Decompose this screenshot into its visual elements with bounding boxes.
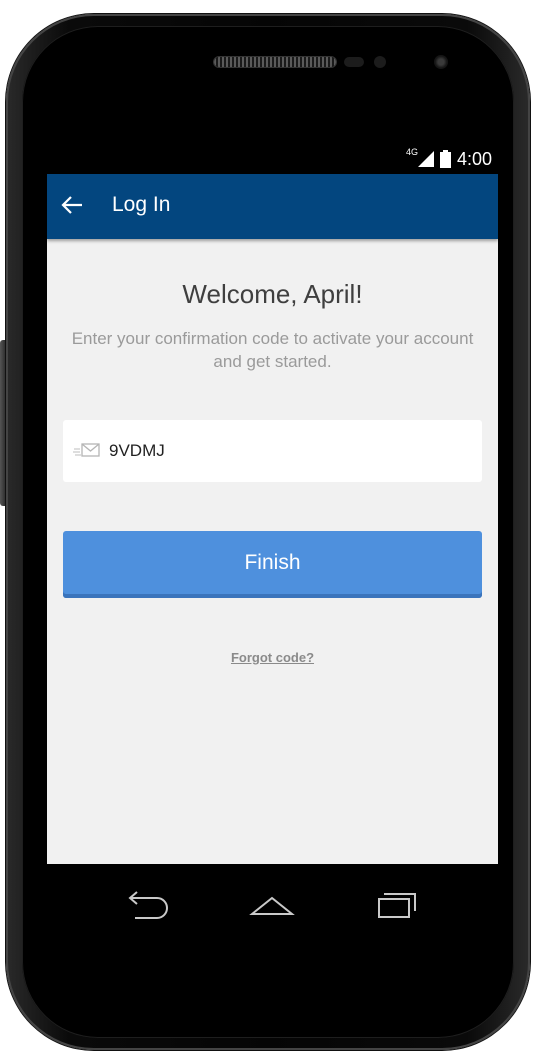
status-indicators: 4G 4:00 bbox=[405, 147, 492, 170]
login-content: Welcome, April! Enter your confirmation … bbox=[47, 239, 498, 864]
network-type: 4G bbox=[405, 147, 418, 157]
front-camera bbox=[434, 55, 448, 69]
arrow-left-icon[interactable] bbox=[61, 194, 83, 216]
signal-icon bbox=[417, 151, 434, 167]
envelope-icon bbox=[73, 443, 100, 457]
nav-back-icon[interactable] bbox=[123, 886, 171, 922]
earpiece-speaker bbox=[214, 57, 336, 67]
nav-recents-icon[interactable] bbox=[373, 886, 421, 922]
status-bar: 4G 4:00 bbox=[47, 143, 498, 174]
welcome-heading: Welcome, April! bbox=[182, 279, 363, 309]
app-bar: Log In bbox=[47, 174, 498, 239]
finish-button[interactable]: Finish bbox=[63, 531, 482, 598]
forgot-code-link[interactable]: Forgot code? bbox=[47, 650, 498, 665]
screen: 4G 4:00 Log In Welcome, April! Enter you… bbox=[47, 143, 498, 945]
page-title: Log In bbox=[112, 193, 171, 216]
confirmation-code-value[interactable]: 9VDMJ bbox=[109, 441, 165, 461]
clock: 4:00 bbox=[456, 148, 492, 169]
battery-icon bbox=[439, 150, 451, 168]
light-sensor bbox=[374, 56, 386, 68]
confirmation-code-field[interactable]: 9VDMJ bbox=[63, 420, 482, 482]
system-nav-bar bbox=[47, 864, 498, 945]
proximity-sensor bbox=[344, 57, 364, 67]
nav-home-icon[interactable] bbox=[248, 886, 296, 922]
instructions-text: Enter your confirmation code to activate… bbox=[71, 329, 474, 371]
device-frame: 4G 4:00 Log In Welcome, April! Enter you… bbox=[0, 0, 536, 1053]
